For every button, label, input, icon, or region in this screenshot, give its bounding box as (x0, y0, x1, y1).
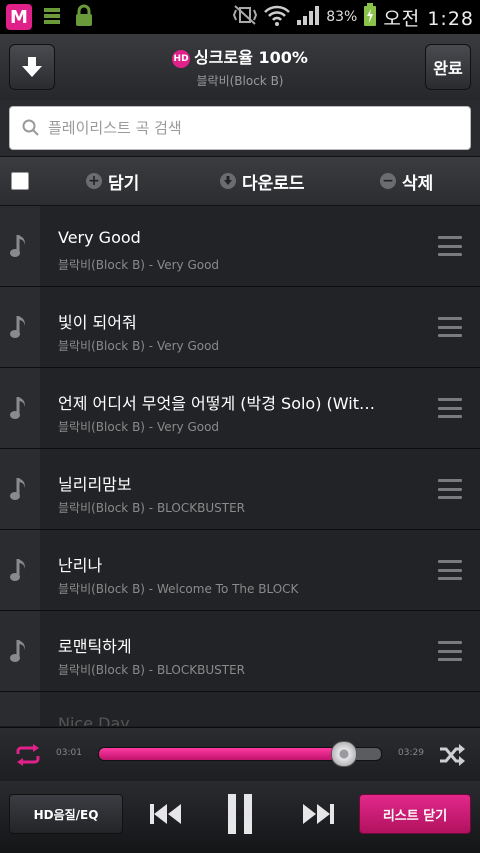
add-button[interactable]: + 담기 (86, 157, 139, 205)
minus-icon: − (380, 173, 396, 189)
battery-charging-icon (363, 3, 377, 31)
pause-button[interactable] (220, 794, 260, 834)
list-item[interactable]: 언제 어디서 무엇을 어떻게 (박경 Solo) (Wit… 블락비(Block… (0, 368, 480, 449)
close-list-button[interactable]: 리스트 닫기 (359, 794, 471, 834)
seek-slider[interactable] (98, 741, 382, 767)
shuffle-icon[interactable] (438, 742, 466, 768)
player-header: HD 싱크로율 100% 블락비(Block B) 완료 (0, 34, 480, 101)
delete-button[interactable]: − 삭제 (380, 157, 433, 205)
drag-handle-icon[interactable] (438, 479, 462, 499)
music-note-icon (10, 235, 25, 257)
list-item[interactable]: 빛이 되어줘 블락비(Block B) - Very Good (0, 287, 480, 368)
list-item[interactable]: 난리나 블락비(Block B) - Welcome To The BLOCK (0, 530, 480, 611)
list-item[interactable]: 로맨틱하게 블락비(Block B) - BLOCKBUSTER (0, 611, 480, 692)
song-subtitle: 블락비(Block B) - Very Good (58, 258, 220, 272)
status-bar: M 83% 오전 1:28 (0, 0, 480, 34)
search-box[interactable] (9, 106, 471, 150)
elapsed-time: 03:01 (56, 748, 82, 758)
drag-handle-icon[interactable] (438, 560, 462, 580)
drag-handle-icon[interactable] (438, 398, 462, 418)
seek-bar-area: 03:01 03:29 (0, 727, 480, 782)
previous-icon (150, 804, 181, 824)
melon-app-icon: M (6, 4, 32, 30)
seek-knob[interactable] (331, 741, 358, 767)
music-note-icon (10, 478, 25, 500)
music-note-icon (10, 640, 25, 662)
previous-button[interactable] (146, 794, 186, 834)
song-title: 언제 어디서 무엇을 어떻게 (박경 Solo) (Wit… (58, 394, 375, 413)
song-title: Nice Day (58, 714, 130, 726)
signal-icon (296, 4, 320, 30)
search-bar (0, 100, 480, 156)
download-icon (220, 173, 236, 189)
wifi-icon (264, 4, 291, 30)
vibrate-icon (232, 5, 258, 29)
drag-handle-icon[interactable] (438, 641, 462, 661)
album-title: HD 싱크로율 100% (0, 44, 480, 68)
plus-icon: + (86, 173, 102, 189)
search-icon (22, 119, 39, 136)
music-note-icon (10, 397, 25, 419)
song-title: 난리나 (58, 556, 103, 575)
list-item[interactable]: Very Good 블락비(Block B) - Very Good (0, 206, 480, 287)
hd-eq-button[interactable]: HD음질/EQ (9, 794, 123, 834)
download-selected-button[interactable]: 다운로드 (220, 157, 305, 205)
song-subtitle: 블락비(Block B) - Welcome To The BLOCK (58, 582, 299, 596)
drag-handle-icon[interactable] (438, 236, 462, 256)
action-bar: + 담기 다운로드 − 삭제 (0, 156, 480, 206)
music-note-icon (10, 316, 25, 338)
hd-badge: HD (172, 49, 191, 68)
song-subtitle: 블락비(Block B) - Very Good (58, 420, 220, 434)
album-artist: 블락비(Block B) (196, 74, 284, 88)
storage-icon (40, 4, 64, 28)
song-title: 닐리리맘보 (58, 475, 132, 494)
duration-time: 03:29 (398, 748, 424, 758)
song-subtitle: 블락비(Block B) - Very Good (58, 339, 220, 353)
song-subtitle: 블락비(Block B) - BLOCKBUSTER (58, 501, 246, 515)
pause-icon (228, 794, 252, 834)
seek-fill (99, 748, 344, 760)
delete-label: 삭제 (402, 173, 434, 194)
next-icon (303, 804, 334, 824)
select-all-checkbox[interactable] (11, 172, 29, 190)
music-note-icon (10, 559, 25, 581)
list-item[interactable]: 닐리리맘보 블락비(Block B) - BLOCKBUSTER (0, 449, 480, 530)
song-title: 빛이 되어줘 (58, 313, 137, 332)
next-button[interactable] (298, 794, 338, 834)
repeat-icon[interactable] (14, 742, 42, 768)
download-label: 다운로드 (242, 173, 305, 194)
song-title: Very Good (58, 228, 141, 247)
song-subtitle: 블락비(Block B) - BLOCKBUSTER (58, 663, 246, 677)
list-item[interactable]: Nice Day (0, 692, 480, 726)
playlist: Very Good 블락비(Block B) - Very Good 빛이 되어… (0, 206, 480, 726)
add-label: 담기 (108, 173, 140, 194)
drag-handle-icon[interactable] (438, 317, 462, 337)
lock-icon (72, 4, 96, 28)
player-controls: HD음질/EQ 리스트 닫기 (0, 781, 480, 853)
search-input[interactable] (46, 118, 430, 138)
battery-percent: 83% (326, 9, 358, 25)
done-button[interactable]: 완료 (425, 44, 471, 90)
song-title: 로맨틱하게 (58, 637, 132, 656)
status-clock: 오전 1:28 (383, 7, 474, 30)
album-title-text: 싱크로율 100% (194, 48, 308, 67)
